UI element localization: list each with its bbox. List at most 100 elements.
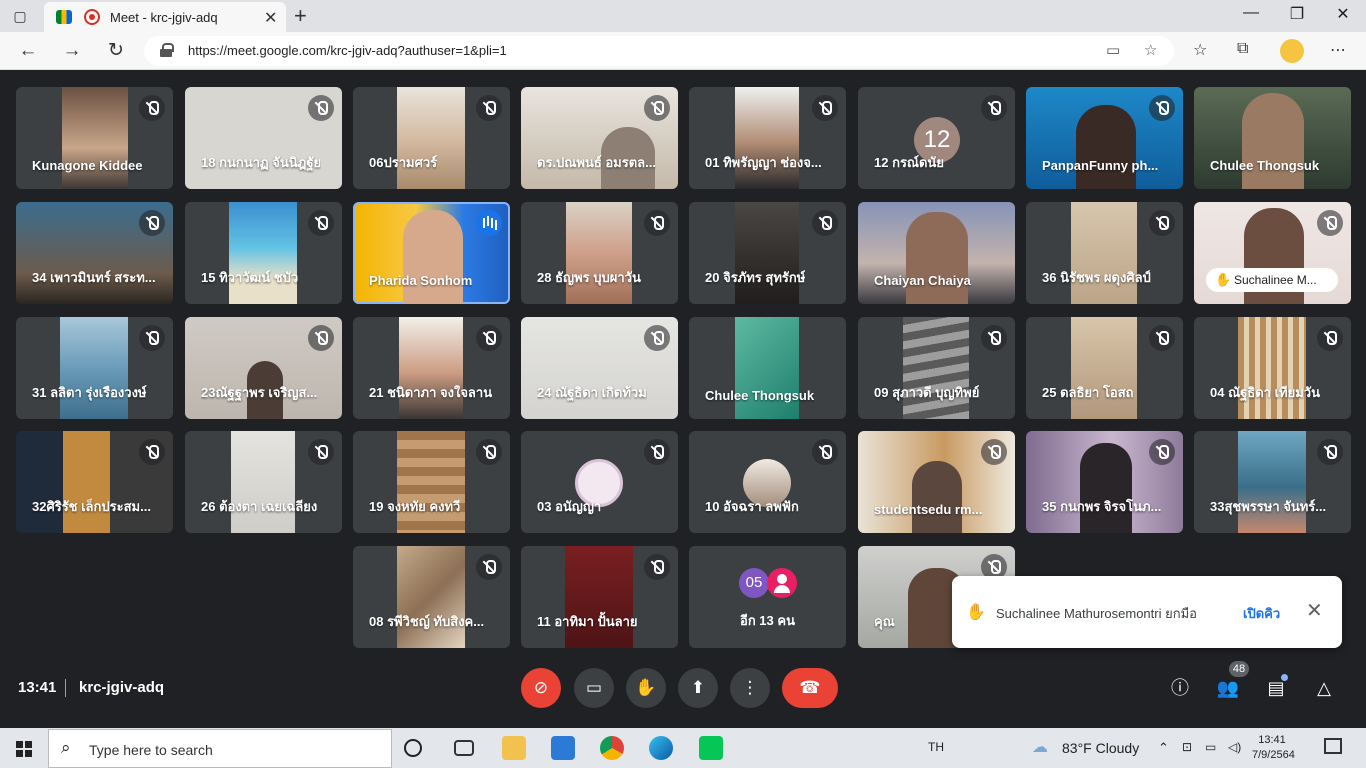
input-language[interactable]: TH [928,740,944,754]
people-count-badge: 48 [1229,661,1249,677]
open-queue-button[interactable]: เปิดคิว [1243,603,1280,624]
search-placeholder: Type here to search [89,742,213,758]
participant-tile[interactable]: Chaiyan Chaiya [858,202,1015,304]
windows-start-icon[interactable] [16,741,32,757]
participant-tile[interactable]: 34 เพาวมินทร์ สระท... [16,202,173,304]
mic-off-icon [644,95,670,121]
participant-tile[interactable]: studentsedu rm... [858,431,1015,533]
participant-tile[interactable]: 32ศิริรัช เล็กประสม... [16,431,173,533]
tray-expand-icon[interactable]: ⌃ [1158,740,1169,756]
file-explorer-icon[interactable] [502,736,526,760]
action-center-icon[interactable] [1324,738,1342,754]
participant-tile[interactable]: Chulee Thongsuk [689,317,846,419]
participant-tile[interactable]: 08 รพีวิชญ์ ทับสิงค... [353,546,510,648]
speaking-indicator-icon [476,210,502,236]
participant-tile[interactable]: 33สุชพรรษา จันทร์... [1194,431,1351,533]
participant-tile[interactable]: 26 ต้องตา เฉยเฉลียง [185,431,342,533]
more-participants-tile[interactable]: 05 อีก 13 คน [689,546,846,648]
participant-name: 18 กนกนาฏ จันนิฎฐัย [201,155,322,170]
participant-name: 19 จงหทัย คงทวี [369,499,461,514]
meet-main: Kunagone Kiddee 18 กนกนาฏ จันนิฎฐัย 06ปร… [0,71,1366,728]
mic-off-icon [476,554,502,580]
browser-tab[interactable]: Meet - krc-jgiv-adq ✕ [44,2,286,32]
forward-icon[interactable]: → [60,39,84,63]
participant-tile[interactable]: ดร.ปณพนธ์ อมรตล... [521,87,678,189]
participant-name: 31 ลลิตา รุ่งเรืองวงษ์ [32,385,147,400]
meet-favicon-icon [56,10,72,24]
collections-icon[interactable]: ⧉ [1237,40,1248,58]
volume-icon[interactable]: ◁) [1228,740,1241,754]
participant-tile[interactable]: 24 ณัฐธิดา เกิดท้วม [521,317,678,419]
taskbar-search-box[interactable]: ⌕ Type here to search [48,729,392,768]
maximize-icon[interactable]: ❐ [1274,4,1320,24]
raise-hand-button[interactable]: ✋ [626,668,666,708]
url-text[interactable]: https://meet.google.com/krc-jgiv-adq?aut… [188,43,507,58]
edge-icon[interactable] [649,736,673,760]
tab-close-icon[interactable]: ✕ [264,8,277,28]
participant-tile[interactable]: 20 จิรภัทร สุทรักษ์ [689,202,846,304]
camera-permission-icon[interactable]: ▭ [1106,41,1120,59]
notification-close-icon[interactable]: ✕ [1306,598,1323,623]
photos-icon[interactable] [551,736,575,760]
back-icon[interactable]: ← [16,39,40,63]
settings-more-icon[interactable]: ⋯ [1330,40,1346,60]
participant-tile[interactable]: 04 ณัฐธิดา เทียมวัน [1194,317,1351,419]
participant-name: Pharida Sonhom [369,273,473,288]
weather-cloud-icon[interactable]: ☁ [1032,737,1048,757]
meeting-info-icon[interactable]: ⓘ [1167,675,1193,701]
minimize-icon[interactable]: — [1228,4,1274,22]
url-field[interactable]: https://meet.google.com/krc-jgiv-adq?aut… [144,36,1174,66]
participant-tile-active-speaker[interactable]: Pharida Sonhom [353,202,510,304]
cortana-icon[interactable] [404,739,422,757]
participant-tile[interactable]: 21 ชนิดาภา จงใจลาน [353,317,510,419]
participant-tile[interactable]: 03 อนัญญา [521,431,678,533]
participant-tile[interactable]: 15 ทิวาวัฒน์ ชบัว [185,202,342,304]
participant-tile[interactable]: 18 กนกนาฏ จันนิฎฐัย [185,87,342,189]
chrome-icon[interactable] [600,736,624,760]
participant-tile[interactable]: 11 อาทิมา ปั้นลาย [521,546,678,648]
participant-tile[interactable]: 12 12 กรณ์ดนัย [858,87,1015,189]
participant-tile[interactable]: 19 จงหทัย คงทวี [353,431,510,533]
window-close-icon[interactable]: ✕ [1320,4,1366,24]
participant-tile[interactable]: PanpanFunny ph... [1026,87,1183,189]
participant-tile[interactable]: 36 นิรัชพร ผดุงศิลป์ [1026,202,1183,304]
mic-off-icon [644,439,670,465]
mic-toggle-button[interactable]: ⊘ [521,668,561,708]
add-favorite-icon[interactable]: ☆ [1144,41,1157,59]
participant-tile[interactable]: 35 กนกพร จิรจโนภ... [1026,431,1183,533]
participant-name: Suchalinee M... [1234,273,1317,287]
participant-tile[interactable]: 25 ดลธิยา โอสถ [1026,317,1183,419]
tab-actions-icon[interactable]: ▢ [10,6,30,26]
more-options-button[interactable]: ⋮ [730,668,770,708]
participant-tile[interactable]: Chulee Thongsuk [1194,87,1351,189]
participant-tile[interactable]: 09 สุภาวดี บุญทิพย์ [858,317,1015,419]
participant-tile[interactable]: 28 ธัญพร บุบผาวัน [521,202,678,304]
participant-tile[interactable]: 23ณัฐฐาพร เจริญส... [185,317,342,419]
line-app-icon[interactable] [699,736,723,760]
weather-text[interactable]: 83°F Cloudy [1062,740,1139,756]
people-icon[interactable]: 👥 [1215,675,1241,701]
camera-toggle-button[interactable]: ▭ [574,668,614,708]
battery-icon[interactable]: ▭ [1205,740,1216,754]
profile-avatar[interactable] [1280,39,1304,63]
participant-tile[interactable]: ✋ Suchalinee M... [1194,202,1351,304]
present-button[interactable]: ⬆ [678,668,718,708]
participant-tile[interactable]: 31 ลลิตา รุ่งเรืองวงษ์ [16,317,173,419]
task-view-icon[interactable] [454,740,474,756]
participant-name: 15 ทิวาวัฒน์ ชบัว [201,270,299,285]
participant-tile[interactable]: 10 อัจฉรา ลพฟัก [689,431,846,533]
participant-tile[interactable]: Kunagone Kiddee [16,87,173,189]
notification-message: Suchalinee Mathurosemontri ยกมือ [996,606,1197,621]
activities-icon[interactable]: △ [1311,675,1337,701]
participant-tile[interactable]: 06ปรามศวร์ [353,87,510,189]
refresh-icon[interactable]: ↻ [104,39,128,63]
leave-call-button[interactable]: ☎ [782,668,838,708]
network-icon[interactable]: ⊡ [1182,740,1192,754]
participant-name: Kunagone Kiddee [32,158,143,173]
participant-tile[interactable]: 01 ทิพรัญญา ช่องจ... [689,87,846,189]
system-clock[interactable]: 13:41 7/9/2564 [1252,733,1295,763]
lock-icon[interactable] [160,43,174,57]
new-tab-icon[interactable]: + [294,3,307,29]
raised-hand-icon: ✋ [1215,272,1232,287]
favorites-icon[interactable]: ☆ [1193,40,1207,60]
